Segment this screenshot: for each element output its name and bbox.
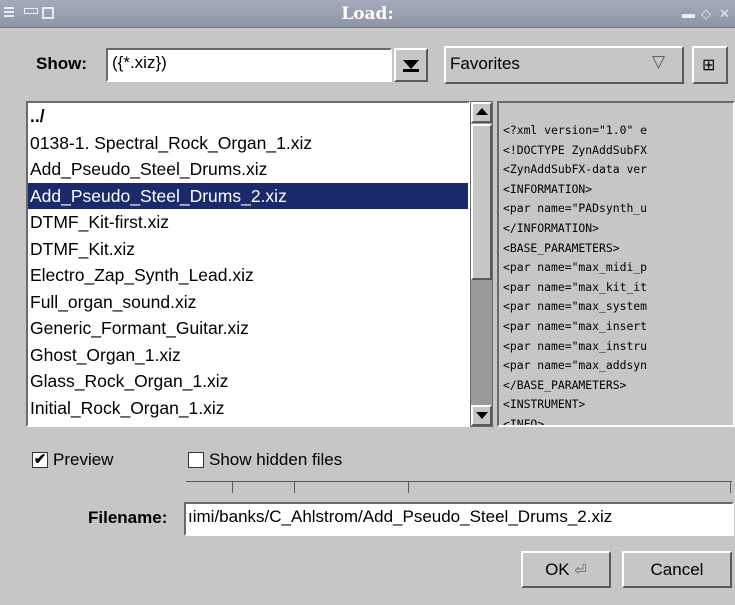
preview-line: <BASE_PARAMETERS>: [503, 240, 620, 255]
preview-line: <par name="max_system: [503, 299, 648, 314]
show-hidden-checkbox[interactable]: [188, 452, 204, 468]
filter-input[interactable]: ({*.xiz}): [106, 48, 392, 82]
minimize-icon[interactable]: ▬: [682, 6, 695, 21]
preview-label: Preview: [53, 450, 114, 469]
arrow-down-icon: [475, 412, 488, 419]
show-hidden-label: Show hidden files: [209, 450, 343, 469]
chevron-down-icon: [403, 60, 419, 69]
preview-pane: <?xml version="1.0" e <!DOCTYPE ZynAddSub…: [497, 101, 735, 427]
preview-line: <par name="PADsynth_u: [503, 201, 648, 216]
file-list-item[interactable]: 0138-1. Spectral_Rock_Organ_1.xiz: [28, 130, 468, 157]
file-list-item[interactable]: Lean_Cuban_19_Shiny_Guitar.xiz: [28, 421, 468, 425]
scroll-thumb[interactable]: [471, 124, 492, 280]
preview-line: <?xml version="1.0" e: [503, 123, 648, 137]
close-icon[interactable]: ✕: [719, 6, 730, 22]
preview-line: <!DOCTYPE ZynAddSubFX: [503, 142, 648, 157]
filename-input[interactable]: ıimi/banks/C_Ahlstrom/Add_Pseudo_Steel_D…: [184, 502, 734, 536]
filename-label: Filename:: [88, 508, 168, 527]
file-list-item[interactable]: Generic_Formant_Guitar.xiz: [28, 315, 468, 342]
arrow-up-icon: [475, 108, 488, 115]
title-bar[interactable]: Load: ▬ ◇ ✕: [0, 0, 735, 28]
window-title: Load:: [341, 4, 394, 24]
preview-line: <INFORMATION>: [503, 181, 593, 196]
scroll-up-button[interactable]: [471, 102, 492, 123]
show-label: Show:: [36, 54, 87, 73]
preview-line: <par name="max_addsyn: [503, 358, 648, 373]
new-folder-icon: ⊞: [702, 57, 716, 74]
file-list-item[interactable]: DTMF_Kit-first.xiz: [28, 209, 468, 236]
return-key-icon: ⏎: [574, 562, 587, 579]
cancel-button[interactable]: Cancel: [622, 551, 732, 588]
file-list[interactable]: ../0138-1. Spectral_Rock_Organ_1.xiz Add_…: [26, 101, 470, 427]
ok-button[interactable]: OK ⏎: [521, 551, 611, 588]
shade-toggle-icon[interactable]: ◇: [701, 6, 711, 22]
file-list-item[interactable]: Initial_Rock_Organ_1.xiz: [28, 395, 468, 422]
file-list-scrollbar[interactable]: [470, 101, 493, 427]
preview-checkbox[interactable]: ✔: [32, 452, 48, 468]
preview-line: <par name="max_insert: [503, 318, 648, 333]
preview-line: </BASE_PARAMETERS>: [503, 377, 627, 392]
path-segments[interactable]: [186, 481, 732, 493]
file-list-item[interactable]: Add_Pseudo_Steel_Drums_2.xiz: [28, 182, 468, 209]
preview-line: <INFO>: [503, 416, 545, 427]
filter-dropdown-button[interactable]: [394, 48, 428, 82]
preview-line: <INSTRUMENT>: [503, 397, 586, 412]
scroll-down-button[interactable]: [471, 405, 492, 426]
favorites-dropdown[interactable]: Favorites ▽: [444, 46, 684, 84]
preview-line: <par name="max_midi_p: [503, 260, 648, 275]
favorites-label: Favorites: [450, 54, 520, 73]
file-list-item[interactable]: DTMF_Kit.xiz: [28, 236, 468, 263]
preview-line: </INFORMATION>: [503, 220, 600, 235]
preview-line: <ZynAddSubFX-data ver: [503, 162, 648, 177]
triangle-down-icon: ▽: [652, 52, 666, 71]
file-list-item[interactable]: Glass_Rock_Organ_1.xiz: [28, 368, 468, 395]
preview-line: <par name="max_instru: [503, 338, 648, 353]
ok-label: OK: [545, 560, 570, 579]
preview-line: <par name="max_kit_it: [503, 279, 648, 294]
file-list-item[interactable]: Electro_Zap_Synth_Lead.xiz: [28, 262, 468, 289]
file-list-item[interactable]: Full_organ_sound.xiz: [28, 289, 468, 316]
file-list-item[interactable]: Add_Pseudo_Steel_Drums.xiz: [28, 156, 468, 183]
new-folder-button[interactable]: ⊞: [692, 46, 728, 84]
file-list-item[interactable]: Ghost_Organ_1.xiz: [28, 342, 468, 369]
file-list-item[interactable]: ../: [28, 103, 468, 130]
